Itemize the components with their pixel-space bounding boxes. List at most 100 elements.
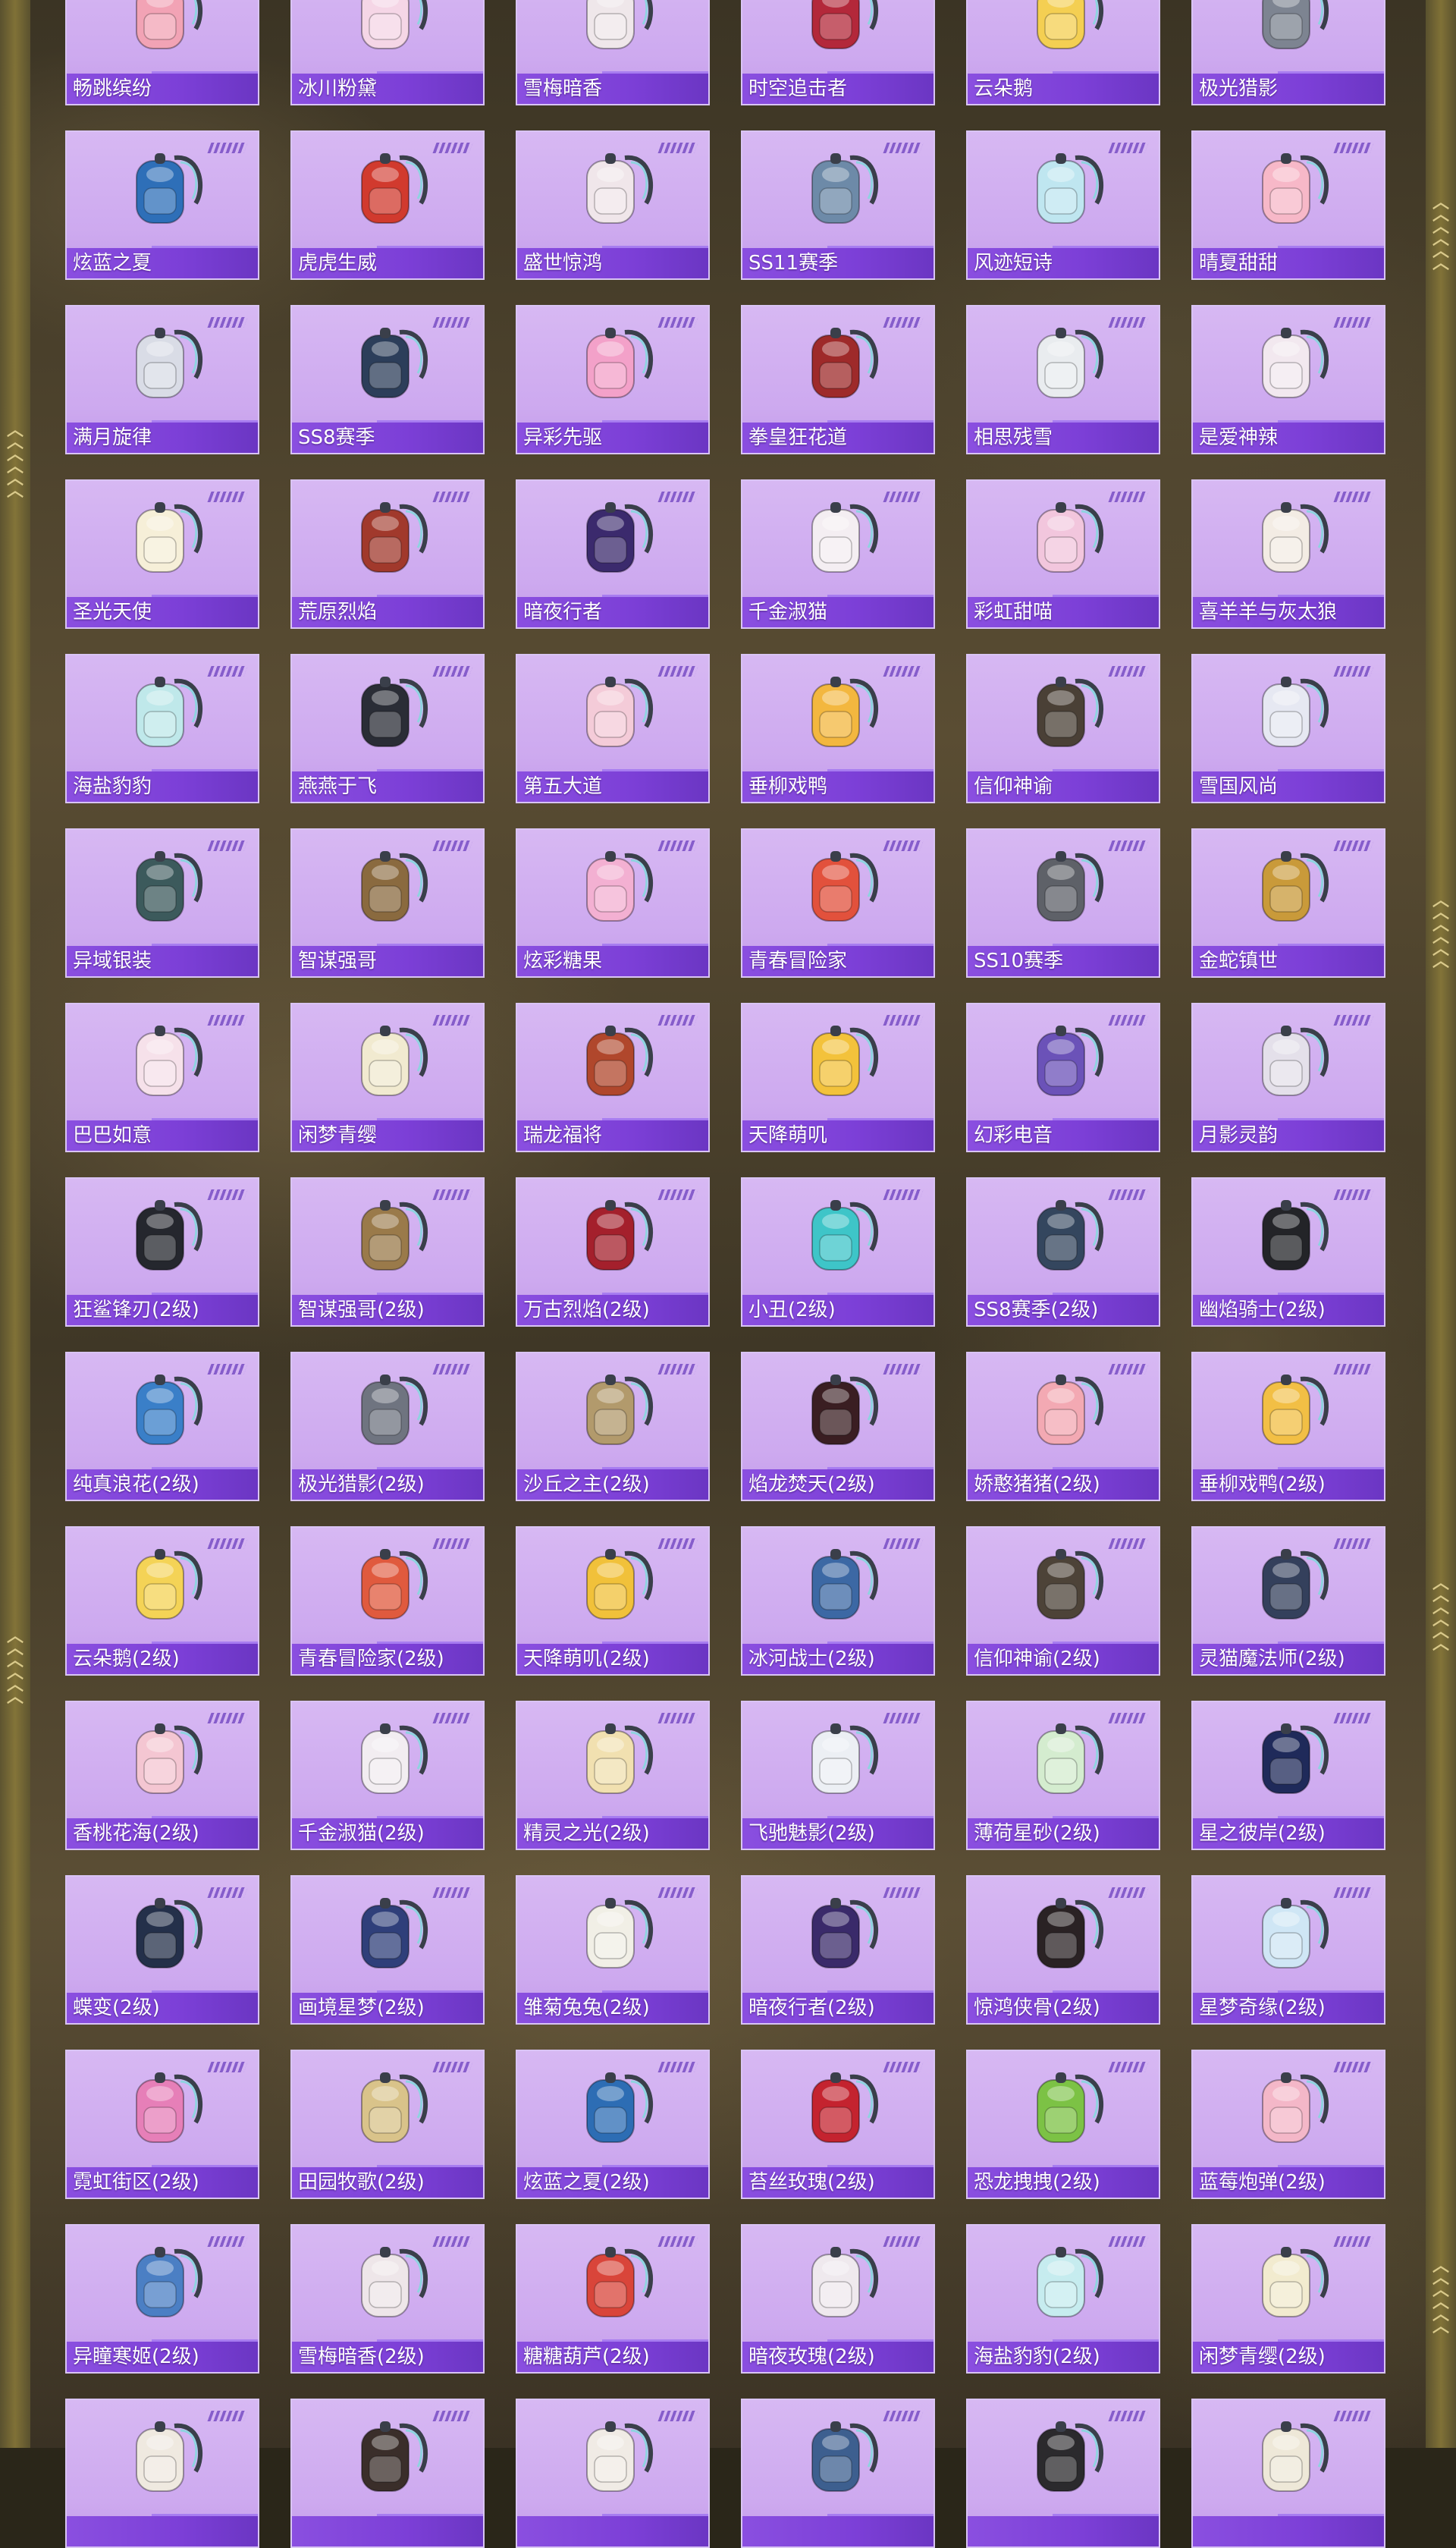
backpack-card[interactable]: 天降萌叽(2级) [516,1526,710,1676]
backpack-card[interactable]: 幽焰骑士(2级) [1191,1177,1385,1327]
rarity-stripes-icon [432,1189,473,1200]
backpack-card[interactable]: 畅跳缤纷 [65,0,259,105]
backpack-card[interactable]: 薄荷星砂(2级) [966,1701,1160,1850]
backpack-card[interactable]: 圣光天使 [65,479,259,629]
backpack-card[interactable]: 狂鲨锋刃(2级) [65,1177,259,1327]
backpack-card[interactable]: 极光猎影 [1191,0,1385,105]
backpack-card[interactable]: 冰河战士(2级) [741,1526,935,1676]
backpack-card[interactable]: 暗夜行者(2级) [741,1875,935,2025]
backpack-card[interactable]: 暗夜行者 [516,479,710,629]
backpack-card[interactable]: 惊鸿侠骨(2级) [966,1875,1160,2025]
backpack-card[interactable]: 万古烈焰(2级) [516,1177,710,1327]
backpack-name-label: 云朵鹅 [968,74,1159,104]
backpack-card[interactable]: 云朵鹅(2级) [65,1526,259,1676]
backpack-card[interactable]: 精灵之光(2级) [516,1701,710,1850]
backpack-card[interactable]: 天降萌叽 [741,1003,935,1152]
backpack-card[interactable]: 垂柳戏鸭 [741,654,935,803]
backpack-card[interactable]: 沙丘之主(2级) [516,1352,710,1501]
backpack-card[interactable]: 海盐豹豹 [65,654,259,803]
backpack-card[interactable]: 香桃花海(2级) [65,1701,259,1850]
rarity-stripes-icon [883,1538,924,1549]
rarity-stripes-icon [657,666,698,677]
backpack-card[interactable]: 信仰神谕(2级) [966,1526,1160,1676]
backpack-card[interactable]: 云朵鹅 [966,0,1160,105]
backpack-card[interactable]: 蓝莓炮弹(2级) [1191,2050,1385,2199]
backpack-card[interactable]: 第五大道 [516,654,710,803]
backpack-card[interactable]: SS8赛季 [290,305,485,454]
backpack-card[interactable]: 千金淑猫 [741,479,935,629]
backpack-card[interactable]: 盛世惊鸿 [516,130,710,280]
backpack-card[interactable]: 纯真浪花(2级) [65,1352,259,1501]
backpack-card[interactable]: 闲梦青缨 [290,1003,485,1152]
backpack-card[interactable]: 异彩先驱 [516,305,710,454]
backpack-card[interactable]: 异域银装 [65,828,259,978]
backpack-card[interactable]: 晴夏甜甜 [1191,130,1385,280]
gold-snake-backpack-icon [1262,851,1329,922]
backpack-card[interactable]: 千金淑猫(2级) [290,1701,485,1850]
backpack-card[interactable] [966,2399,1160,2548]
backpack-card[interactable] [741,2399,935,2548]
backpack-card[interactable]: 蝶变(2级) [65,1875,259,2025]
backpack-card[interactable]: 雪梅暗香 [516,0,710,105]
backpack-card[interactable]: 喜羊羊与灰太狼 [1191,479,1385,629]
backpack-card[interactable]: 彩虹甜喵 [966,479,1160,629]
backpack-card[interactable]: 暗夜玫瑰(2级) [741,2224,935,2374]
backpack-card[interactable]: 糖糖葫芦(2级) [516,2224,710,2374]
backpack-card[interactable] [516,2399,710,2548]
backpack-card[interactable] [65,2399,259,2548]
backpack-card[interactable]: 相思残雪 [966,305,1160,454]
backpack-card[interactable]: 雏菊兔兔(2级) [516,1875,710,2025]
backpack-card[interactable]: 幻彩电音 [966,1003,1160,1152]
backpack-card[interactable]: 星梦奇缘(2级) [1191,1875,1385,2025]
backpack-card[interactable]: 风迹短诗 [966,130,1160,280]
backpack-card[interactable]: 满月旋律 [65,305,259,454]
backpack-card[interactable]: 画境星梦(2级) [290,1875,485,2025]
backpack-card[interactable]: 垂柳戏鸭(2级) [1191,1352,1385,1501]
backpack-card[interactable]: 信仰神谕 [966,654,1160,803]
backpack-card[interactable]: 霓虹街区(2级) [65,2050,259,2199]
backpack-card[interactable]: 青春冒险家 [741,828,935,978]
backpack-card[interactable]: 燕燕于飞 [290,654,485,803]
rarity-stripes-icon [1108,492,1149,502]
backpack-card[interactable]: SS11赛季 [741,130,935,280]
backpack-card[interactable]: 拳皇狂花道 [741,305,935,454]
backpack-card[interactable]: 智谋强哥 [290,828,485,978]
backpack-card[interactable]: 炫蓝之夏 [65,130,259,280]
backpack-card[interactable]: 异瞳寒姬(2级) [65,2224,259,2374]
backpack-card[interactable]: 炫彩糖果 [516,828,710,978]
backpack-card[interactable]: 荒原烈焰 [290,479,485,629]
backpack-card[interactable]: 灵猫魔法师(2级) [1191,1526,1385,1676]
dark-gold-crest-backpack-icon [1037,677,1103,747]
backpack-card[interactable]: 海盐豹豹(2级) [966,2224,1160,2374]
backpack-name-label: 焰龙焚天(2级) [742,1469,934,1500]
backpack-card[interactable]: 巴巴如意 [65,1003,259,1152]
backpack-card[interactable]: 智谋强哥(2级) [290,1177,485,1327]
backpack-card[interactable] [1191,2399,1385,2548]
backpack-card[interactable] [290,2399,485,2548]
backpack-card[interactable]: 恐龙拽拽(2级) [966,2050,1160,2199]
backpack-card[interactable]: 小丑(2级) [741,1177,935,1327]
backpack-card[interactable]: 金蛇镇世 [1191,828,1385,978]
backpack-card[interactable]: SS8赛季(2级) [966,1177,1160,1327]
rarity-stripes-icon [883,1015,924,1026]
backpack-card[interactable]: 时空追击者 [741,0,935,105]
backpack-card[interactable]: SS10赛季 [966,828,1160,978]
backpack-card[interactable]: 是爱神辣 [1191,305,1385,454]
backpack-card[interactable]: 苔丝玫瑰(2级) [741,2050,935,2199]
white-cat-backpack-icon [361,1723,428,1794]
backpack-card[interactable]: 雪梅暗香(2级) [290,2224,485,2374]
backpack-card[interactable]: 炫蓝之夏(2级) [516,2050,710,2199]
backpack-card[interactable]: 月影灵韵 [1191,1003,1385,1152]
backpack-card[interactable]: 飞驰魅影(2级) [741,1701,935,1850]
backpack-card[interactable]: 田园牧歌(2级) [290,2050,485,2199]
backpack-card[interactable]: 星之彼岸(2级) [1191,1701,1385,1850]
backpack-card[interactable]: 焰龙焚天(2级) [741,1352,935,1501]
backpack-card[interactable]: 虎虎生威 [290,130,485,280]
backpack-card[interactable]: 青春冒险家(2级) [290,1526,485,1676]
backpack-card[interactable]: 瑞龙福将 [516,1003,710,1152]
backpack-card[interactable]: 闲梦青缨(2级) [1191,2224,1385,2374]
backpack-card[interactable]: 冰川粉黛 [290,0,485,105]
backpack-card[interactable]: 娇憨猪猪(2级) [966,1352,1160,1501]
backpack-card[interactable]: 雪国风尚 [1191,654,1385,803]
backpack-card[interactable]: 极光猎影(2级) [290,1352,485,1501]
